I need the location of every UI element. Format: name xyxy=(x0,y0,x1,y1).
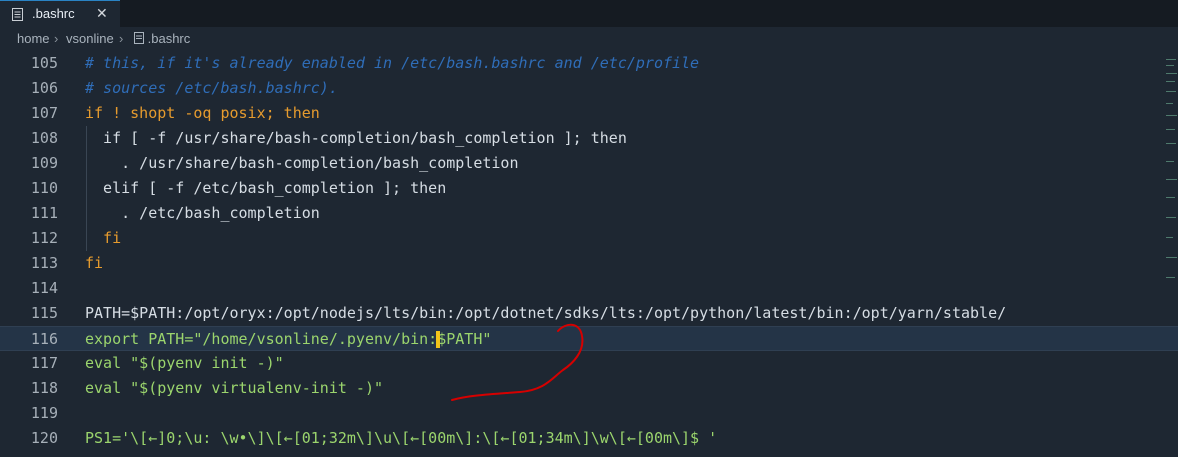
code-text: eval "$(pyenv virtualenv-init -)" xyxy=(85,379,384,397)
code-line[interactable]: 113 fi xyxy=(0,251,1178,276)
code-line[interactable]: 120 PS1='\[←]0;\u: \w•\]\[←[01;32m\]\u\[… xyxy=(0,426,1178,451)
minimap-line xyxy=(1166,81,1175,82)
line-number: 117 xyxy=(30,354,58,372)
line-number: 118 xyxy=(30,379,58,397)
code-text: fi xyxy=(85,229,122,247)
code-line[interactable]: 110 elif [ -f /etc/bash_completion ]; th… xyxy=(0,176,1178,201)
breadcrumb-item-vsonline[interactable]: vsonline xyxy=(66,31,114,46)
minimap-line xyxy=(1166,59,1176,60)
minimap-line xyxy=(1166,65,1174,66)
minimap-line xyxy=(1166,217,1176,218)
code-line[interactable]: 106 # sources /etc/bash.bashrc). xyxy=(0,76,1178,101)
code-line[interactable]: 117 eval "$(pyenv init -)" xyxy=(0,351,1178,376)
minimap-line xyxy=(1166,179,1177,180)
code-line[interactable]: 108 if [ -f /usr/share/bash-completion/b… xyxy=(0,126,1178,151)
tab-label: .bashrc xyxy=(32,6,75,21)
code-text: fi xyxy=(85,254,104,272)
close-icon[interactable]: ✕ xyxy=(96,5,108,22)
minimap-line xyxy=(1166,115,1177,116)
code-text: PS1='\[←]0;\u: \w•\]\[←[01;32m\]\u\[←[00… xyxy=(85,429,718,447)
minimap-line xyxy=(1166,237,1173,238)
breadcrumb-item-home[interactable]: home xyxy=(17,31,50,46)
line-number: 106 xyxy=(30,79,58,97)
code-line[interactable]: 112 fi xyxy=(0,226,1178,251)
tab-bashrc[interactable]: .bashrc ✕ xyxy=(0,0,120,27)
line-number: 108 xyxy=(30,129,58,147)
code-text: . /usr/share/bash-completion/bash_comple… xyxy=(85,154,519,172)
code-text: eval "$(pyenv init -)" xyxy=(85,354,284,372)
code-line[interactable]: 107 if ! shopt -oq posix; then xyxy=(0,101,1178,126)
tab-bar: .bashrc ✕ xyxy=(0,0,1178,27)
breadcrumb-label: .bashrc xyxy=(147,31,191,46)
minimap-line xyxy=(1166,277,1175,278)
line-number: 109 xyxy=(30,154,58,172)
breadcrumb-separator: › xyxy=(54,31,59,46)
minimap-line xyxy=(1166,197,1175,198)
minimap-line xyxy=(1166,161,1174,162)
minimap[interactable] xyxy=(1164,51,1178,291)
code-editor[interactable]: 105 # this, if it's already enabled in /… xyxy=(0,51,1178,457)
code-line[interactable]: 119 xyxy=(0,401,1178,426)
code-line[interactable]: 109 . /usr/share/bash-completion/bash_co… xyxy=(0,151,1178,176)
breadcrumb-separator: › xyxy=(119,31,124,46)
code-text: # this, if it's already enabled in /etc/… xyxy=(85,54,700,72)
line-number: 114 xyxy=(30,279,58,297)
line-number: 107 xyxy=(30,104,58,122)
code-text: . /etc/bash_completion xyxy=(85,204,320,222)
breadcrumb-item-file[interactable]: .bashrc xyxy=(134,31,190,46)
code-text: export PATH="/home/vsonline/.pyenv/bin:$… xyxy=(85,330,492,348)
line-number: 115 xyxy=(30,304,58,322)
minimap-line xyxy=(1166,257,1177,258)
minimap-line xyxy=(1166,143,1176,144)
code-line-current[interactable]: 116 export PATH="/home/vsonline/.pyenv/b… xyxy=(0,326,1178,351)
line-number: 113 xyxy=(30,254,58,272)
line-number: 110 xyxy=(30,179,58,197)
line-number: 116 xyxy=(30,330,58,348)
code-text: PATH=$PATH:/opt/oryx:/opt/nodejs/lts/bin… xyxy=(85,304,1007,322)
code-text: elif [ -f /etc/bash_completion ]; then xyxy=(85,179,447,197)
line-number: 112 xyxy=(30,229,58,247)
code-text: # sources /etc/bash.bashrc). xyxy=(85,79,338,97)
minimap-line xyxy=(1166,103,1173,104)
list-file-icon xyxy=(12,8,23,21)
code-text: if [ -f /usr/share/bash-completion/bash_… xyxy=(85,129,627,147)
minimap-line xyxy=(1166,129,1175,130)
minimap-line xyxy=(1166,91,1176,92)
code-line[interactable]: 111 . /etc/bash_completion xyxy=(0,201,1178,226)
line-number: 105 xyxy=(30,54,58,72)
code-text: if ! shopt -oq posix; then xyxy=(85,104,320,122)
code-line[interactable]: 105 # this, if it's already enabled in /… xyxy=(0,51,1178,76)
line-number: 119 xyxy=(30,404,58,422)
minimap-line xyxy=(1166,73,1177,74)
line-number: 120 xyxy=(30,429,58,447)
line-number: 111 xyxy=(30,204,58,222)
list-file-icon xyxy=(134,32,144,44)
text-cursor xyxy=(436,331,440,348)
code-line[interactable]: 114 xyxy=(0,276,1178,301)
code-line[interactable]: 115 PATH=$PATH:/opt/oryx:/opt/nodejs/lts… xyxy=(0,301,1178,326)
code-line[interactable]: 118 eval "$(pyenv virtualenv-init -)" xyxy=(0,376,1178,401)
